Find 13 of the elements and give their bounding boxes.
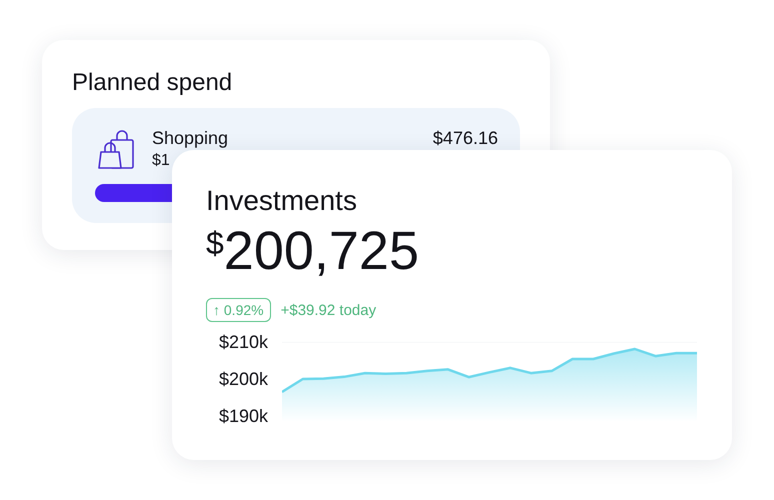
y-axis-label: $210k bbox=[218, 331, 268, 353]
y-axis-label: $190k bbox=[218, 405, 268, 427]
total-value: 200,725 bbox=[224, 220, 419, 282]
category-name: Shopping bbox=[152, 128, 228, 149]
change-today: +$39.92 today bbox=[280, 302, 376, 318]
category-amount: $476.16 bbox=[432, 128, 498, 149]
y-axis-label: $200k bbox=[218, 368, 268, 390]
shopping-bags-icon bbox=[97, 130, 135, 170]
card-title: Planned spend bbox=[72, 68, 234, 98]
card-title: Investments bbox=[206, 184, 358, 218]
category-spent: $1 bbox=[152, 152, 170, 170]
change-percent-badge: ↑ 0.92% bbox=[206, 298, 271, 322]
currency-symbol: $ bbox=[206, 224, 224, 262]
